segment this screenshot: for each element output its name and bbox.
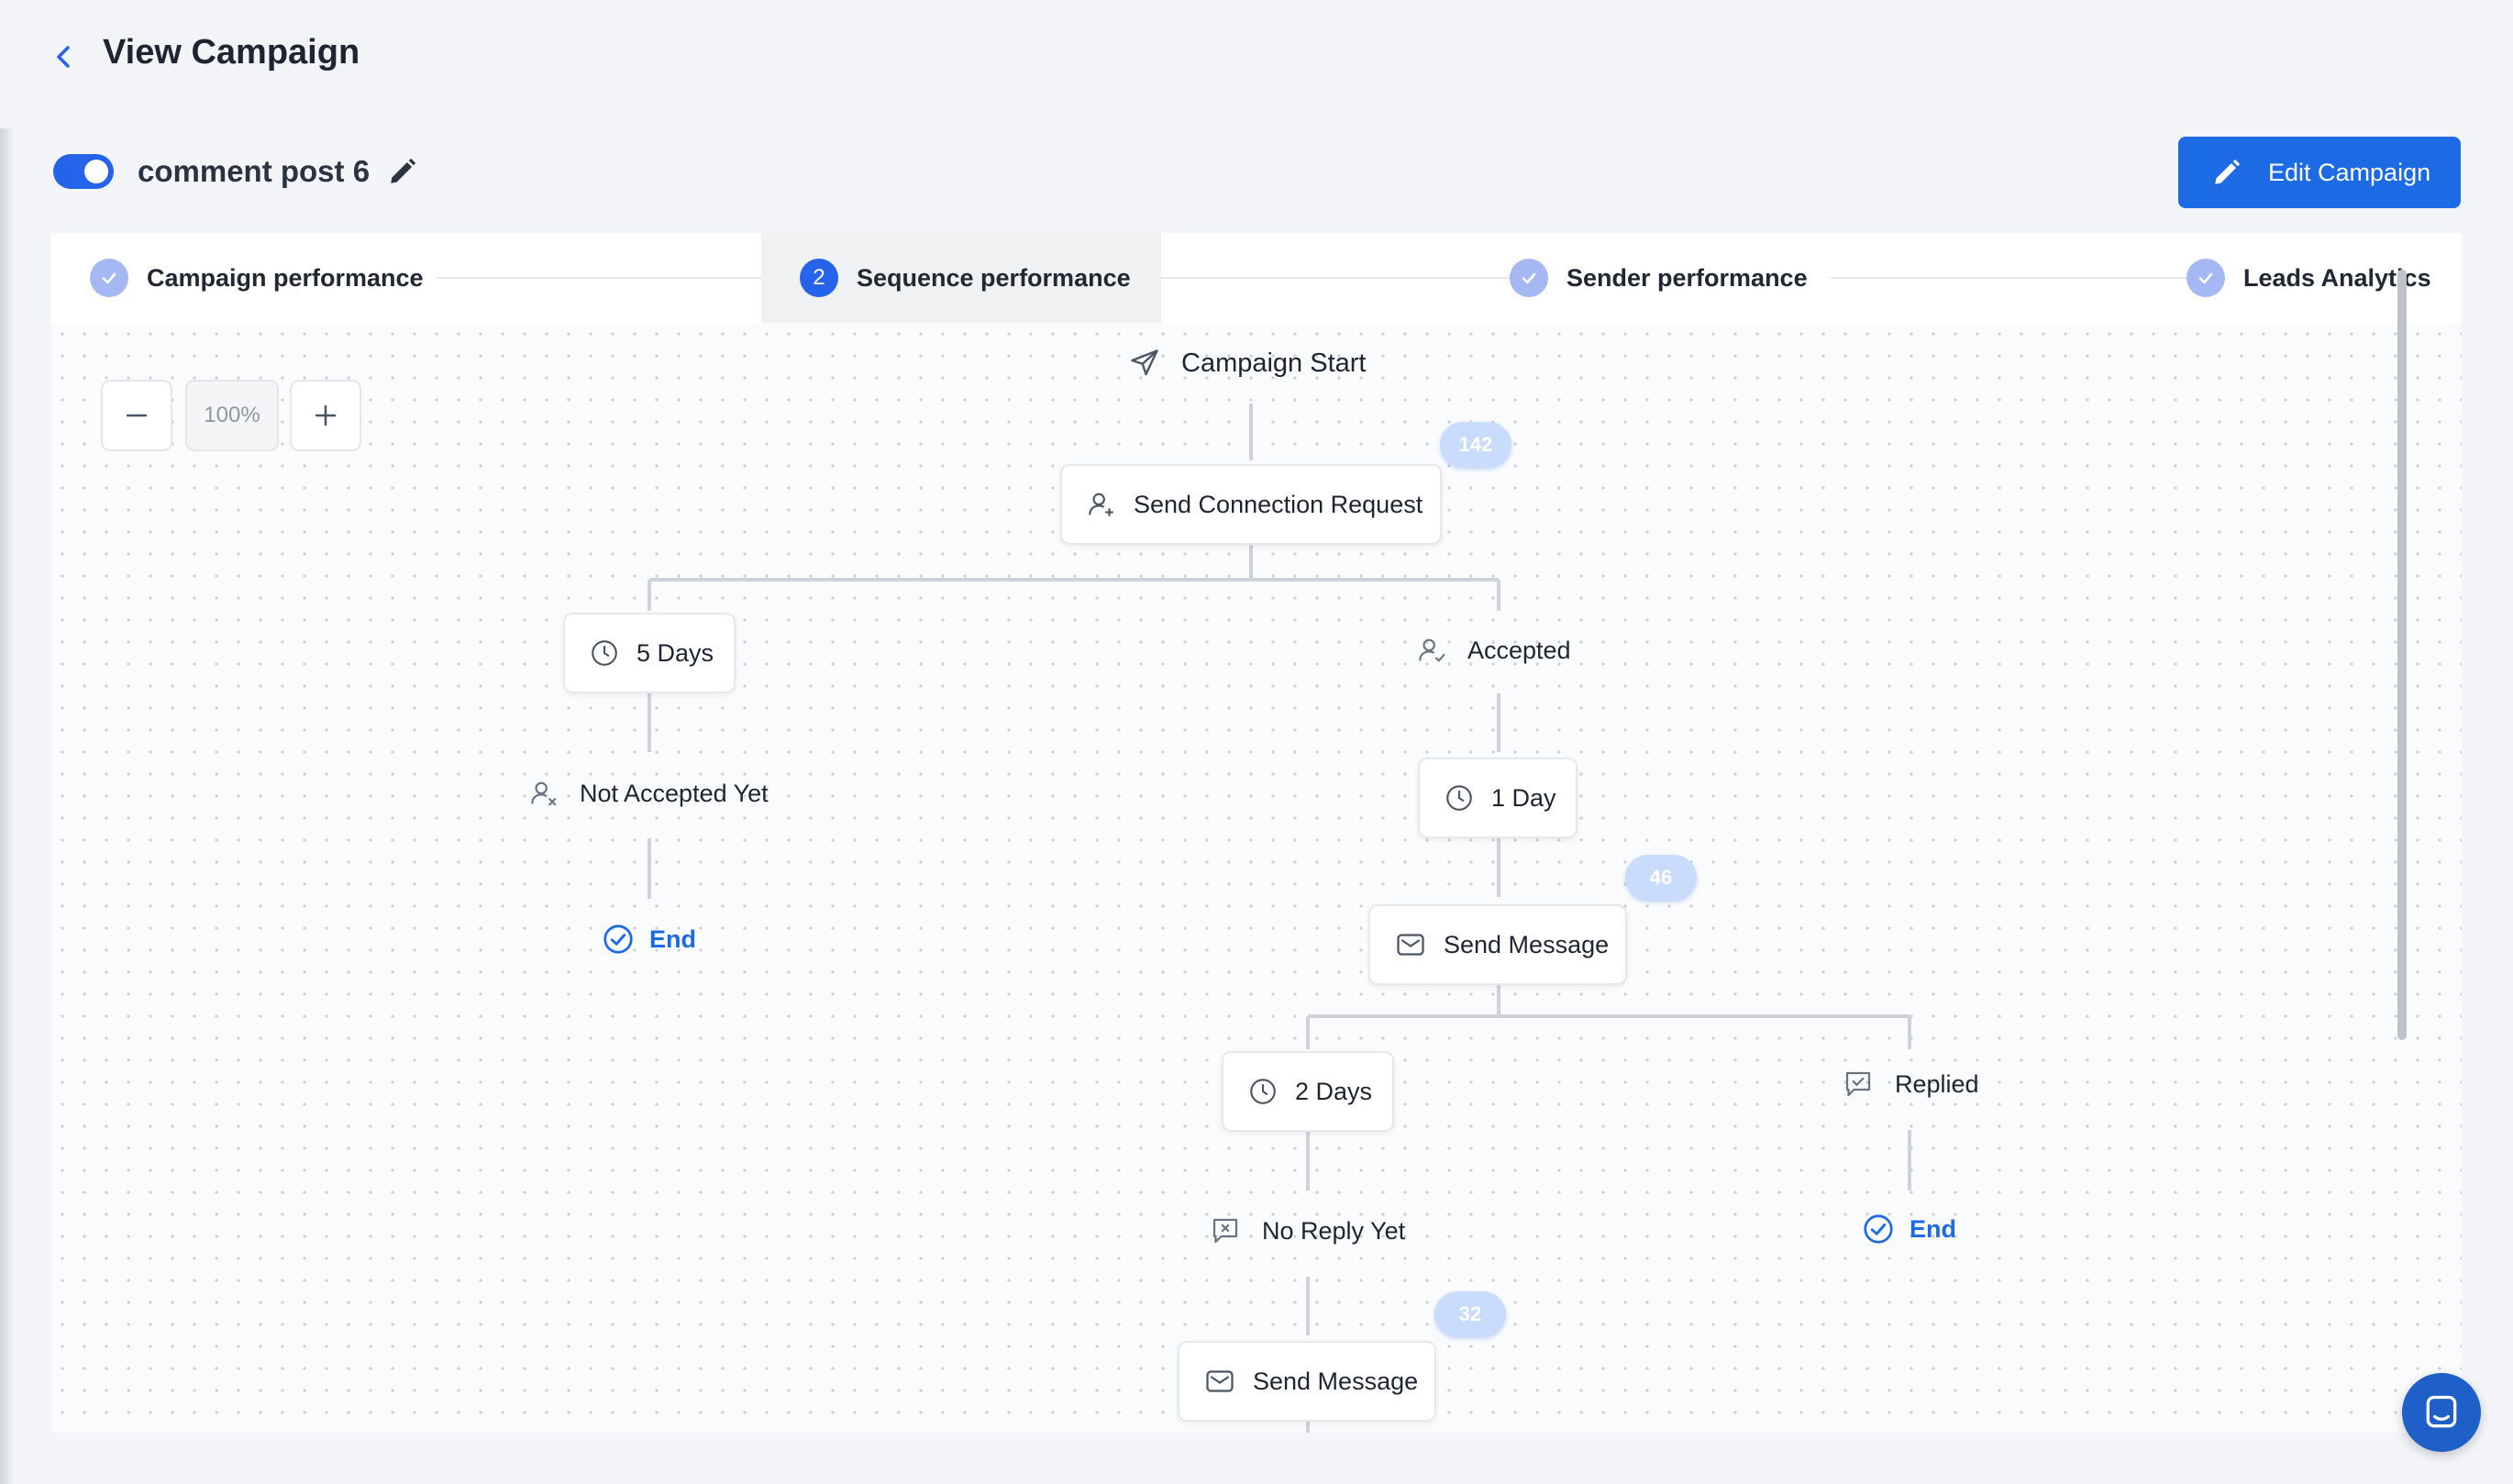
wait-1-day-node[interactable]: 1 Day bbox=[1418, 758, 1578, 838]
node-label: Send Connection Request bbox=[1134, 490, 1423, 518]
mail-icon bbox=[1397, 934, 1424, 956]
page-title: View Campaign bbox=[103, 33, 360, 72]
count-badge: 46 bbox=[1625, 855, 1697, 901]
campaign-active-toggle[interactable] bbox=[53, 154, 114, 189]
node-label: 5 Days bbox=[637, 638, 714, 667]
no-reply-node: No Reply Yet bbox=[1209, 1214, 1405, 1247]
end-label: End bbox=[1910, 1214, 1956, 1243]
edit-campaign-label: Edit Campaign bbox=[2268, 159, 2431, 186]
user-check-icon bbox=[1419, 638, 1445, 662]
tab-sender-performance[interactable]: Sender performance bbox=[1510, 233, 1808, 323]
tab-label: Campaign performance bbox=[147, 263, 424, 292]
send-message-node[interactable]: Send Message bbox=[1178, 1341, 1436, 1422]
user-plus-icon bbox=[1089, 493, 1113, 516]
page-header: View Campaign bbox=[0, 0, 2513, 128]
campaign-panel: Campaign performance 2 Sequence performa… bbox=[51, 233, 2462, 1433]
check-circle-icon bbox=[603, 925, 633, 954]
node-label: Send Message bbox=[1253, 1367, 1419, 1395]
tab-label: Sender performance bbox=[1566, 263, 1808, 292]
node-label: 1 Day bbox=[1491, 783, 1556, 812]
replied-node: Replied bbox=[1842, 1068, 1979, 1101]
tab-label: Sequence performance bbox=[857, 263, 1131, 292]
send-connection-request-node[interactable]: Send Connection Request bbox=[1060, 464, 1442, 545]
node-label: Send Message bbox=[1444, 930, 1610, 958]
tab-leads-analytics[interactable]: Leads Analytics bbox=[2186, 233, 2431, 323]
tab-connector bbox=[437, 277, 813, 279]
toggle-knob bbox=[84, 160, 108, 183]
campaign-name: comment post 6 bbox=[138, 154, 371, 188]
support-chat-button[interactable] bbox=[2402, 1373, 2481, 1452]
chat-icon bbox=[2426, 1395, 2457, 1428]
message-check-icon bbox=[1845, 1071, 1871, 1097]
count-badge: 32 bbox=[1434, 1291, 1506, 1337]
pencil-icon bbox=[2215, 159, 2241, 184]
send-message-node[interactable]: Send Message bbox=[1368, 904, 1627, 985]
send-icon bbox=[1131, 349, 1158, 376]
clock-icon bbox=[592, 640, 617, 666]
sequence-canvas[interactable]: 100% Campaign Start 142 Send Connection … bbox=[51, 323, 2462, 1433]
message-x-icon bbox=[1212, 1218, 1238, 1244]
node-label: No Reply Yet bbox=[1262, 1216, 1406, 1245]
count-badge: 142 bbox=[1440, 422, 1511, 468]
check-icon bbox=[90, 259, 128, 297]
wait-2-days-node[interactable]: 2 Days bbox=[1222, 1051, 1394, 1132]
mail-icon bbox=[1206, 1370, 1234, 1392]
node-label: Accepted bbox=[1467, 636, 1571, 664]
node-label: Not Accepted Yet bbox=[580, 779, 769, 807]
user-x-icon bbox=[531, 781, 557, 806]
tab-sequence-performance[interactable]: 2 Sequence performance bbox=[761, 233, 1161, 323]
chevron-left-icon[interactable] bbox=[51, 40, 77, 73]
edit-campaign-button[interactable]: Edit Campaign bbox=[2178, 137, 2461, 208]
node-label: Replied bbox=[1895, 1069, 1979, 1098]
end-node: End bbox=[602, 923, 696, 956]
tab-connector bbox=[1831, 277, 2225, 279]
campaign-start-label: Campaign Start bbox=[1181, 348, 1367, 378]
campaign-start-node: Campaign Start bbox=[1128, 347, 1367, 380]
check-circle-icon bbox=[1864, 1214, 1893, 1244]
vertical-scrollbar[interactable] bbox=[2397, 270, 2407, 1040]
wait-5-days-node[interactable]: 5 Days bbox=[563, 613, 736, 693]
accepted-node: Accepted bbox=[1416, 635, 1571, 666]
clock-icon bbox=[1446, 785, 1472, 811]
pencil-icon[interactable] bbox=[387, 156, 418, 187]
check-icon bbox=[1510, 259, 1548, 297]
clock-icon bbox=[1250, 1079, 1276, 1104]
node-label: 2 Days bbox=[1295, 1077, 1373, 1105]
performance-tabs: Campaign performance 2 Sequence performa… bbox=[51, 233, 2462, 323]
not-accepted-node: Not Accepted Yet bbox=[528, 778, 769, 809]
check-icon bbox=[2186, 259, 2225, 297]
end-label: End bbox=[649, 925, 696, 953]
tab-connector bbox=[1161, 277, 1546, 279]
step-number-badge: 2 bbox=[800, 259, 838, 297]
tab-campaign-performance[interactable]: Campaign performance bbox=[90, 233, 424, 323]
end-node: End bbox=[1862, 1213, 1956, 1246]
window-edge bbox=[0, 0, 13, 1484]
